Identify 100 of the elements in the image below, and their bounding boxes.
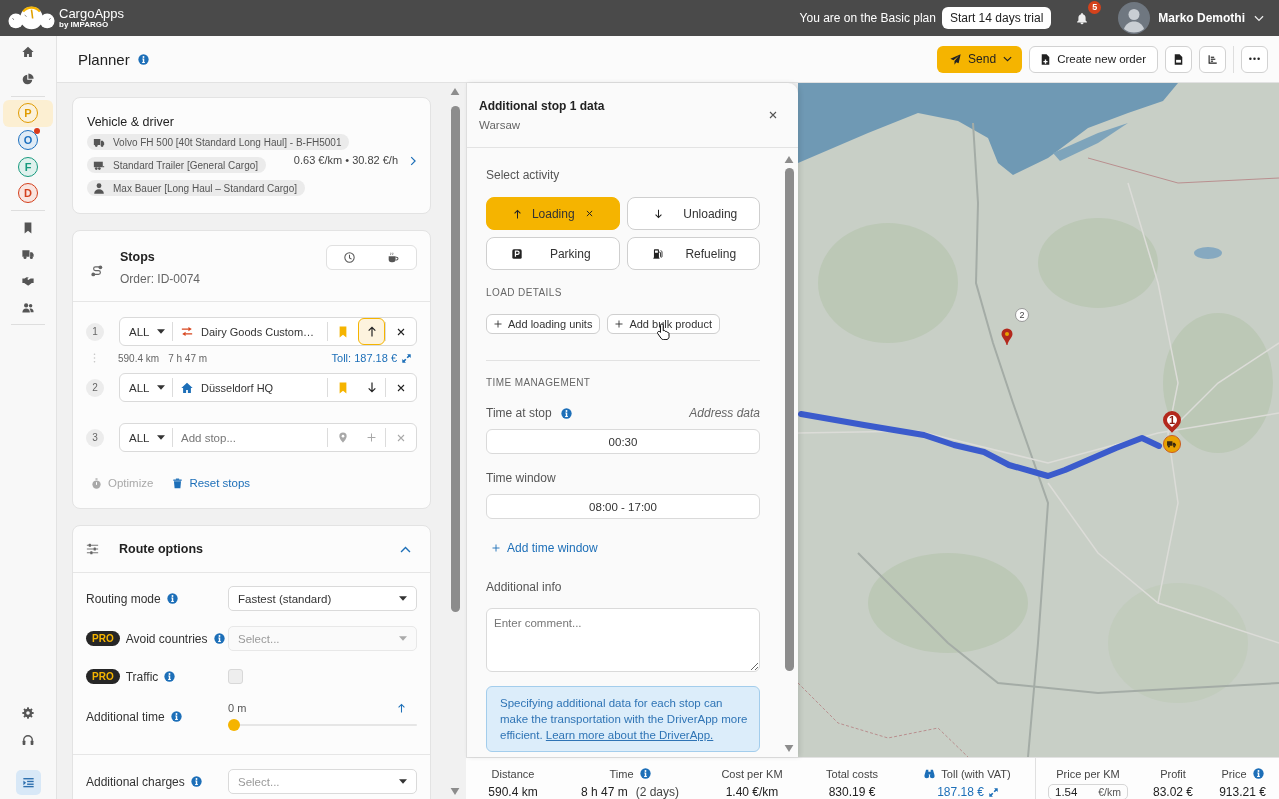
info-icon[interactable] [166,593,178,604]
expand-icon[interactable] [402,353,411,363]
add-time-window-link[interactable]: Add time window [492,541,598,555]
stop-number: 1 [86,322,104,341]
reset-stops-button[interactable]: Reset stops [173,477,251,489]
expand-icon[interactable] [988,787,998,797]
info-icon[interactable] [170,711,182,722]
chevron-up-icon[interactable] [400,545,411,553]
toll-link[interactable]: Toll: 187.18 € [331,352,397,364]
field-label: Time at stop [486,406,552,420]
stat-label: Profit [1160,767,1186,780]
option-label: Traffic [125,669,159,684]
chip-label: Max Bauer [Long Haul – Standard Cargo] [113,182,297,194]
time-at-stop-input[interactable]: 00:30 [486,429,760,454]
app-nav-item[interactable]: D [3,179,53,207]
activity-button[interactable]: Refueling [626,237,760,270]
scrollbar-thumb[interactable] [784,168,794,671]
info-icon[interactable] [1252,768,1264,779]
caret-icon [157,329,165,334]
additional-time-slider[interactable] [228,719,417,731]
card-title: Route options [119,542,203,556]
trial-button[interactable]: Start 14 days trial [941,7,1052,29]
stat-label: Price [1221,767,1247,780]
comment-textarea[interactable]: Enter comment... [486,608,760,672]
coffee-cup-icon[interactable] [388,252,400,263]
close-icon[interactable] [769,111,777,119]
panel-subtitle: Warsaw [479,119,522,131]
stop-filter-dropdown[interactable]: ALL [120,318,172,345]
chart-button[interactable] [1199,45,1226,73]
stop-number: 3 [86,428,104,447]
bell-icon[interactable] [1076,11,1089,25]
time-window-input[interactable]: 08:00 - 17:00 [486,494,760,519]
pdf-button[interactable] [1165,45,1192,73]
clock-icon[interactable] [343,252,355,263]
caret-icon [399,779,407,784]
caret-icon [157,435,165,440]
activity-button[interactable]: Loading [486,197,620,230]
person-icon [93,182,105,194]
chevron-down-icon [1003,56,1013,62]
info-notice: Specifying additional data for each stop can make the transportation with the DriverApp more efficient. Learn more about the DriverApp. [486,686,760,752]
stop-name[interactable]: Düsseldorf HQ [201,381,274,394]
section-label: Select activity [486,168,561,182]
people-icon [22,301,34,314]
scroll-up-arrow-icon[interactable] [450,88,460,95]
scroll-down-arrow-icon[interactable] [784,745,794,752]
chevron-right-icon[interactable] [410,156,416,166]
leg-distance: 590.4 km [118,352,160,364]
add-load-button[interactable]: Add loading units [486,314,601,334]
price-per-km-input[interactable]: 1.54 €/km [1048,784,1128,799]
document-icon [1174,53,1183,65]
stat-value: 830.19 € [828,785,876,799]
scrollbar-thumb[interactable] [450,106,460,612]
info-icon[interactable] [137,53,149,65]
send-button[interactable]: Send [937,45,1023,73]
panel-title: Additional stop 1 data [479,99,605,113]
create-order-button[interactable]: Create new order [1029,45,1158,73]
close-icon[interactable] [585,210,593,217]
chevron-down-icon[interactable] [1254,14,1264,22]
home-icon [22,46,34,59]
scroll-up-arrow-icon[interactable] [784,156,794,163]
scroll-down-arrow-icon[interactable] [450,788,460,795]
headset-icon [22,733,34,746]
stop-filter-dropdown[interactable]: ALL [120,374,172,401]
remove-icon[interactable] [397,327,405,336]
stop-filter-dropdown[interactable]: ALL [120,424,172,451]
arrow-up-icon[interactable] [398,703,405,713]
stop-name[interactable]: Dairy Goods Custom… [201,325,315,338]
collapse-sidebar-button[interactable] [15,770,41,795]
dropdown-select[interactable]: Fastest (standard) [228,586,417,611]
truck-marker-icon[interactable] [1163,435,1181,453]
truck-icon [22,248,34,261]
map-pin-icon[interactable] [1001,328,1013,345]
user-avatar[interactable] [1118,2,1151,34]
info-icon[interactable] [190,776,202,787]
add-stop-input[interactable]: Add stop... [181,431,319,444]
app-nav-item[interactable]: O [3,126,53,154]
remove-icon[interactable] [397,383,405,392]
learn-more-link[interactable]: Learn more about the DriverApp. [545,729,714,741]
truck-icon [93,136,105,148]
trailer-icon [93,159,105,171]
info-icon[interactable] [639,768,651,779]
caret-icon [399,596,407,601]
activity-button[interactable]: Parking [486,237,620,270]
sliders-icon [86,543,99,555]
route-icon [91,265,103,277]
user-name[interactable]: Marko Demothi [1158,11,1245,25]
app-letter-badge: P [18,103,38,124]
fuel-pump-icon [652,248,663,259]
info-icon[interactable] [560,407,572,419]
stat-value[interactable]: 187.18 € [937,785,984,799]
stat-value: 1.40 €/km [725,785,779,799]
chip-label: Standard Trailer [General Cargo] [113,159,259,171]
stop-number: 2 [86,378,104,397]
slider-thumb[interactable] [228,719,240,731]
more-button[interactable] [1241,45,1268,73]
binoculars-icon [924,768,936,779]
activity-toggle-button[interactable] [358,318,385,345]
logo-icon[interactable] [8,6,55,30]
vertical-dots-icon [93,353,96,363]
activity-button[interactable]: Unloading [626,197,760,230]
